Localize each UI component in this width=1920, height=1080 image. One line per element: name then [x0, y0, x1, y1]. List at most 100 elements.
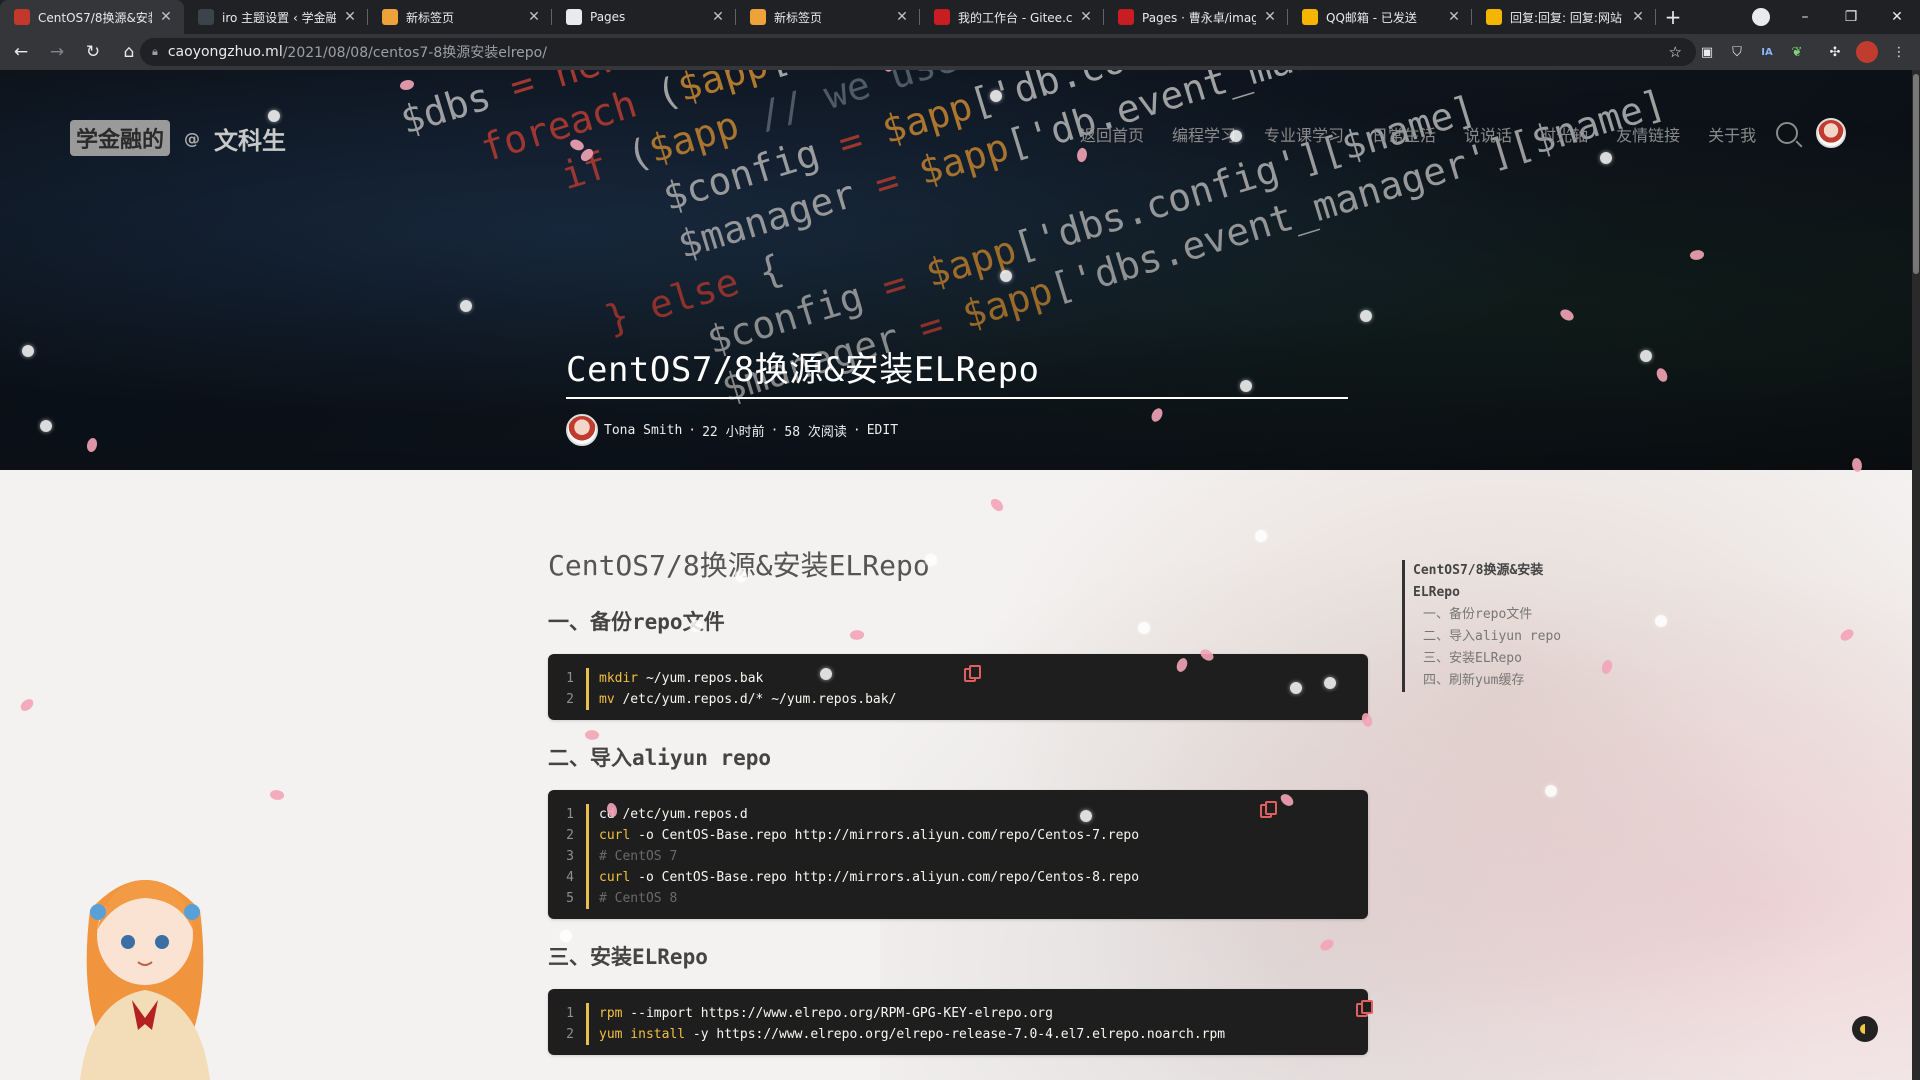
tab-title: 新标签页 — [406, 10, 455, 25]
toc-item[interactable]: 三、安装ELRepo — [1413, 648, 1563, 670]
extension-ia-icon[interactable]: IA — [1756, 41, 1778, 63]
close-tab-icon[interactable]: ✕ — [342, 9, 358, 25]
url-bar[interactable]: 🔒︎ caoyongzhuo.ml /2021/08/08/centos7-8换… — [140, 38, 1696, 66]
post-time: 22 小时前 — [702, 424, 765, 440]
snowflake-decoration — [1655, 615, 1667, 627]
toc-item[interactable]: 二、导入aliyun repo — [1413, 626, 1563, 648]
nav-about[interactable]: 关于我 — [1708, 122, 1756, 146]
author-name[interactable]: Tona Smith — [604, 423, 682, 438]
site-logo[interactable]: 学金融的 @ 文科生 — [70, 120, 286, 156]
tab-title: 新标签页 — [774, 10, 823, 25]
minimize-button[interactable]: – — [1782, 0, 1828, 34]
code-keyword: mkdir — [599, 671, 639, 686]
new-tab-button[interactable]: + — [1656, 0, 1690, 34]
snowflake-decoration — [1000, 270, 1012, 282]
nav-home[interactable]: 返回首页 — [1080, 122, 1144, 146]
edit-link[interactable]: EDIT — [867, 423, 898, 438]
nav-talk[interactable]: 说说话 — [1464, 122, 1512, 146]
code-comment: # CentOS 7 — [599, 849, 678, 864]
toc-item[interactable]: 一、备份repo文件 — [1413, 604, 1563, 626]
line-number: 2 — [566, 692, 574, 707]
gitee-icon — [934, 9, 950, 25]
code-text: rpm --import https://www.elrepo.org/RPM-… — [586, 1003, 1053, 1024]
page-scrollbar[interactable] — [1912, 70, 1920, 1080]
mascot-character[interactable] — [60, 840, 230, 1080]
snowflake-decoration — [820, 668, 832, 680]
maximize-button[interactable]: ❐ — [1828, 0, 1874, 34]
bookmark-star-icon[interactable]: ☆ — [1669, 43, 1682, 61]
logo-at: @ — [184, 128, 201, 148]
code-comment: # CentOS 8 — [599, 891, 678, 906]
search-icon[interactable] — [1776, 122, 1798, 144]
code-block[interactable]: 1 cd /etc/yum.repos.d 2 curl -o CentOS-Base… — [548, 790, 1368, 919]
code-block[interactable]: 1 rpm --import https://www.elrepo.org/RPM… — [548, 989, 1373, 1055]
close-window-button[interactable]: ✕ — [1874, 0, 1920, 34]
extension-leaf-icon[interactable]: ❦ — [1786, 41, 1808, 63]
close-tab-icon[interactable]: ✕ — [158, 9, 174, 25]
lock-icon[interactable]: 🔒︎ — [152, 45, 158, 59]
browser-tab[interactable]: 回复:回复: 回复:网站 ✕ — [1472, 0, 1656, 34]
nav-programming[interactable]: 编程学习 — [1172, 122, 1236, 146]
close-tab-icon[interactable]: ✕ — [710, 9, 726, 25]
section-heading: 二、导入aliyun repo — [548, 746, 772, 770]
profile-icon[interactable] — [1752, 8, 1770, 26]
browser-tab[interactable]: 新标签页 ✕ — [736, 0, 920, 34]
code-text: # CentOS 8 — [586, 888, 677, 909]
tab-title: 回复:回复: 回复:网站 — [1510, 10, 1622, 25]
code-block[interactable]: 1 mkdir ~/yum.repos.bak 2 mv /etc/yum.repos… — [548, 654, 1368, 720]
reload-icon[interactable]: ↻ — [78, 37, 108, 67]
toc-item[interactable]: CentOS7/8换源&安装ELRepo — [1413, 560, 1563, 604]
snowflake-decoration — [1230, 130, 1242, 142]
nav-daily-life[interactable]: 日常生活 — [1372, 122, 1436, 146]
code-text: # CentOS 7 — [586, 846, 677, 867]
web-page: \Pimple(); $dbs = new $app['dbs.options'… — [0, 70, 1920, 1080]
close-tab-icon[interactable]: ✕ — [526, 9, 542, 25]
code-keyword: mv — [599, 692, 615, 707]
close-tab-icon[interactable]: ✕ — [1446, 9, 1462, 25]
copy-icon[interactable] — [1356, 1000, 1373, 1017]
nav-courses[interactable]: 专业课学习 — [1264, 122, 1344, 146]
theme-toggle-button[interactable] — [1852, 1016, 1878, 1042]
browser-tab[interactable]: CentOS7/8换源&安装 ✕ — [0, 0, 184, 34]
gitee-icon — [1118, 9, 1134, 25]
line-number: 2 — [566, 1027, 574, 1042]
logo-name: 文科生 — [214, 126, 287, 155]
browser-tab[interactable]: Pages · 曹永卓/imag ✕ — [1104, 0, 1288, 34]
browser-tab[interactable]: Pages ✕ — [552, 0, 736, 34]
close-tab-icon[interactable]: ✕ — [1630, 9, 1646, 25]
close-tab-icon[interactable]: ✕ — [1262, 9, 1278, 25]
close-tab-icon[interactable]: ✕ — [894, 9, 910, 25]
nav-timeline[interactable]: 时光轴 — [1540, 122, 1588, 146]
scrollbar-thumb[interactable] — [1913, 74, 1919, 274]
snowflake-decoration — [22, 345, 34, 357]
nav-friend-links[interactable]: 友情链接 — [1616, 122, 1680, 146]
extension-icon[interactable]: ▣ — [1696, 41, 1718, 63]
copy-icon[interactable] — [964, 665, 981, 682]
snowflake-decoration — [1324, 677, 1336, 689]
menu-kebab-icon[interactable]: ⋮ — [1888, 41, 1910, 63]
user-avatar[interactable] — [1816, 118, 1846, 148]
back-icon[interactable]: ← — [6, 37, 36, 67]
address-bar-row: ← → ↻ ⌂ 🔒︎ caoyongzhuo.ml /2021/08/08/ce… — [0, 34, 1920, 70]
profile-avatar-icon[interactable] — [1856, 41, 1878, 63]
line-number: 1 — [566, 1006, 574, 1021]
browser-tab[interactable]: iro 主题设置 ‹ 学金融 ✕ — [184, 0, 368, 34]
snowflake-decoration — [1600, 152, 1612, 164]
post-meta: Tona Smith · 22 小时前 · 58 次阅读 · EDIT — [566, 414, 898, 446]
code-keyword: rpm — [599, 1006, 623, 1021]
line-number: 2 — [566, 828, 574, 843]
snowflake-decoration — [268, 110, 280, 122]
snowflake-decoration — [735, 570, 747, 582]
extensions-puzzle-icon[interactable]: ✣ — [1824, 41, 1846, 63]
extension-shield-icon[interactable]: ⛉ — [1726, 41, 1748, 63]
code-keyword: yum install — [599, 1027, 686, 1042]
close-tab-icon[interactable]: ✕ — [1078, 9, 1094, 25]
code-text: mkdir ~/yum.repos.bak — [586, 668, 763, 689]
browser-tab[interactable]: 新标签页 ✕ — [368, 0, 552, 34]
toc-item[interactable]: 四、刷新yum缓存 — [1413, 670, 1563, 692]
copy-icon[interactable] — [1260, 801, 1277, 818]
browser-tab[interactable]: 我的工作台 - Gitee.co ✕ — [920, 0, 1104, 34]
forward-icon[interactable]: → — [42, 37, 72, 67]
browser-tab[interactable]: QQ邮箱 - 已发送 ✕ — [1288, 0, 1472, 34]
snowflake-decoration — [460, 300, 472, 312]
